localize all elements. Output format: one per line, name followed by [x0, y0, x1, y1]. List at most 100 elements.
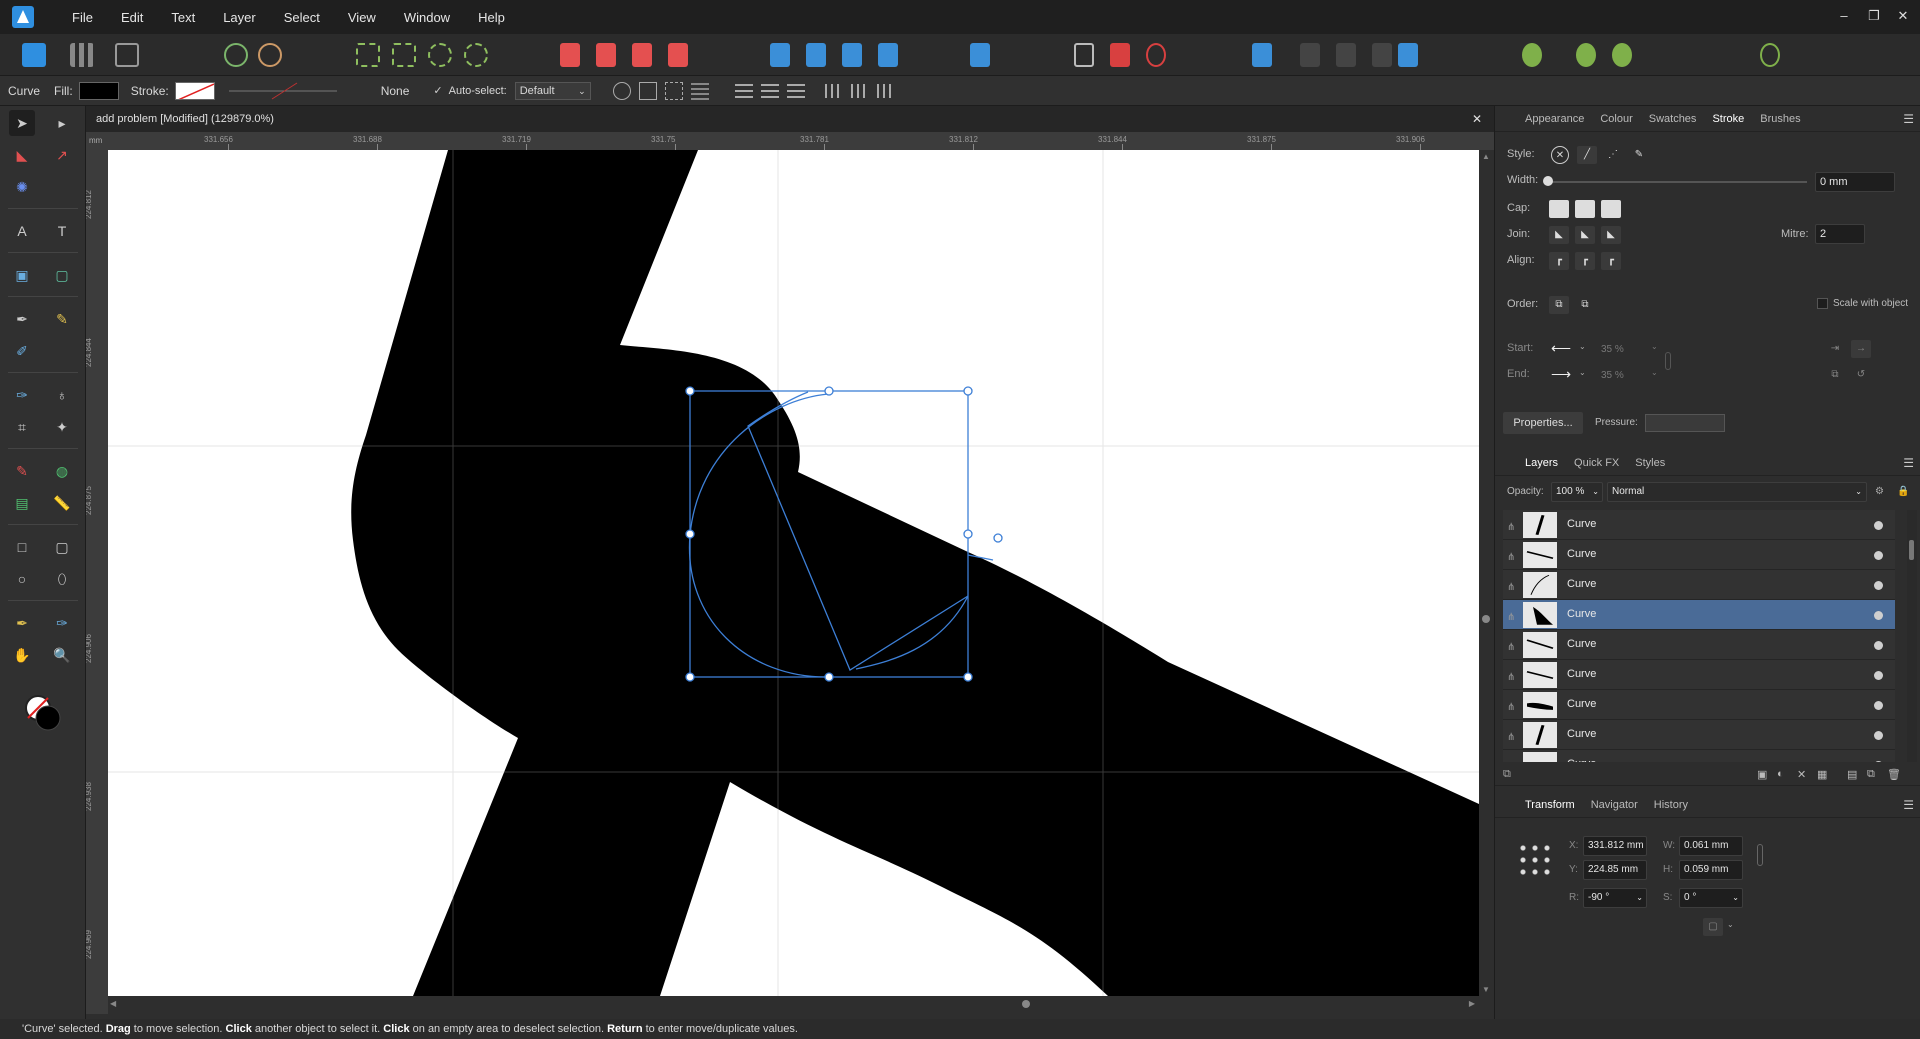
fill-tool-icon[interactable]: ✑: [9, 382, 35, 408]
end-scale-value[interactable]: 35 %: [1601, 370, 1624, 381]
zoom-tool-icon[interactable]: 🔍: [49, 642, 75, 668]
transform-mode-icon[interactable]: [664, 81, 683, 100]
tear-tool-icon[interactable]: ⬯: [49, 566, 75, 592]
select-all-icon[interactable]: [356, 43, 380, 67]
transform-origin-icon[interactable]: [612, 81, 631, 100]
align-bottom-icon[interactable]: [876, 83, 895, 98]
layer-row[interactable]: ⋔Curve: [1503, 570, 1895, 600]
mask-layer-icon[interactable]: ▣: [1757, 768, 1767, 781]
tab-swatches[interactable]: Swatches: [1641, 113, 1705, 125]
artistic-text-tool-icon[interactable]: A: [9, 218, 35, 244]
fill-swatch[interactable]: [78, 81, 119, 100]
tab-transform[interactable]: Transform: [1517, 799, 1583, 811]
visibility-icon[interactable]: [1874, 761, 1883, 762]
shape-builder-tool-icon[interactable]: ✦: [49, 414, 75, 440]
snapping-icon[interactable]: [224, 43, 248, 67]
tab-navigator[interactable]: Navigator: [1583, 799, 1646, 811]
layer-row[interactable]: ⋔Curve: [1503, 660, 1895, 690]
tab-history[interactable]: History: [1646, 799, 1696, 811]
panel-menu-icon[interactable]: ☰: [1903, 112, 1914, 126]
scale-with-object-checkbox[interactable]: [1817, 298, 1828, 309]
subtract-boolean-icon[interactable]: [596, 43, 616, 67]
layer-row[interactable]: ⋔Curve: [1503, 540, 1895, 570]
contour-tool-icon[interactable]: ✺: [9, 174, 35, 200]
menu-help[interactable]: Help: [464, 10, 519, 25]
compound-icon[interactable]: [1398, 43, 1418, 67]
round-cap-icon[interactable]: [1575, 200, 1595, 218]
rounded-rectangle-tool-icon[interactable]: ▢: [49, 534, 75, 560]
vertical-scroll-thumb[interactable]: [1482, 615, 1490, 623]
layer-row[interactable]: ⋔Curve: [1503, 750, 1895, 762]
visibility-icon[interactable]: [1874, 551, 1883, 560]
color-picker-tool-icon[interactable]: ✎: [9, 458, 35, 484]
properties-button[interactable]: Properties...: [1503, 412, 1583, 434]
align-top-icon[interactable]: [824, 83, 843, 98]
stroke-style-preview[interactable]: [227, 82, 377, 100]
dashed-line-style-icon[interactable]: ⋰: [1603, 146, 1623, 164]
tab-quick-fx[interactable]: Quick FX: [1566, 457, 1627, 469]
visibility-icon[interactable]: [1874, 731, 1883, 740]
preferences-icon[interactable]: [1576, 43, 1596, 67]
tab-appearance[interactable]: Appearance: [1517, 113, 1592, 125]
minimize-icon[interactable]: –: [1834, 6, 1854, 26]
vector-brush-tool-icon[interactable]: ✐: [9, 338, 35, 364]
h-field[interactable]: 0.059 mm: [1679, 860, 1743, 880]
menu-text[interactable]: Text: [157, 10, 209, 25]
w-field[interactable]: 0.061 mm: [1679, 836, 1743, 856]
swap-arrowheads-icon[interactable]: ⇥: [1825, 340, 1845, 358]
close-document-icon[interactable]: ✕: [1472, 106, 1482, 132]
layer-row[interactable]: ⋔Curve: [1503, 510, 1895, 540]
chevron-down-icon[interactable]: ⌄: [1579, 342, 1586, 351]
select-bounds-icon[interactable]: [392, 43, 416, 67]
gradient-tool-icon[interactable]: ✑: [49, 610, 75, 636]
measure-tool-icon[interactable]: 📏: [49, 490, 75, 516]
add-layer-icon[interactable]: ▤: [1847, 768, 1857, 781]
table-tool-icon[interactable]: ▤: [9, 490, 35, 516]
chevron-down-icon[interactable]: ⌄: [1651, 368, 1658, 377]
horizontal-ruler[interactable]: 331.656 331.688 331.719 331.75 331.781 331.81…: [108, 132, 1494, 150]
designer-persona-icon[interactable]: [22, 43, 46, 67]
crop-tool-icon[interactable]: ⌗: [9, 414, 35, 440]
corner-tool-icon[interactable]: ◣: [9, 142, 35, 168]
horizontal-scrollbar[interactable]: ◀ ▶: [108, 996, 1479, 1014]
panel-menu-icon[interactable]: ☰: [1903, 456, 1914, 470]
vertical-scrollbar[interactable]: ▲ ▼: [1479, 150, 1494, 996]
width-field[interactable]: 0 mm: [1815, 172, 1895, 192]
frame-text-tool-icon[interactable]: T: [49, 218, 75, 244]
arrowhead-position-icon[interactable]: →: [1851, 340, 1871, 358]
menu-window[interactable]: Window: [390, 10, 464, 25]
visibility-icon[interactable]: [1874, 671, 1883, 680]
chevron-down-icon[interactable]: ⌄: [1727, 920, 1734, 929]
x-field[interactable]: 331.812 mm: [1583, 836, 1647, 856]
link-dimensions-icon[interactable]: [1757, 844, 1763, 866]
transform-options-icon[interactable]: ▢: [1703, 918, 1723, 936]
bevel-join-icon[interactable]: ◣: [1601, 226, 1621, 244]
link-arrowheads-icon[interactable]: [1665, 352, 1671, 370]
butt-cap-icon[interactable]: [1549, 200, 1569, 218]
move-tool-icon[interactable]: ➤: [9, 110, 35, 136]
pen-tool-icon[interactable]: ✒: [9, 306, 35, 332]
autoselect-dropdown[interactable]: Default ⌄: [514, 81, 591, 100]
group-icon[interactable]: [1252, 43, 1272, 67]
arrowhead-reset-icon[interactable]: ↺: [1851, 366, 1871, 384]
add-boolean-icon[interactable]: [560, 43, 580, 67]
start-arrowhead-icon[interactable]: ⟵: [1551, 340, 1571, 357]
hide-icon[interactable]: [1110, 43, 1130, 67]
tab-brushes[interactable]: Brushes: [1752, 113, 1808, 125]
visibility-icon[interactable]: [1874, 641, 1883, 650]
visibility-icon[interactable]: [1874, 701, 1883, 710]
artwork[interactable]: [108, 150, 1479, 996]
tab-stroke[interactable]: Stroke: [1704, 113, 1752, 125]
account-icon[interactable]: [1760, 43, 1780, 67]
layer-row[interactable]: ⋔Curve: [1503, 630, 1895, 660]
mitre-field[interactable]: 2: [1815, 224, 1865, 244]
round-join-icon[interactable]: ◣: [1575, 226, 1595, 244]
blend-mode-dropdown[interactable]: Normal ⌄: [1607, 482, 1867, 502]
node-tool-icon[interactable]: ▸: [49, 110, 75, 136]
layer-lock-icon[interactable]: 🔒: [1897, 486, 1909, 497]
transparency-tool-icon[interactable]: ♁: [49, 382, 75, 408]
width-slider-handle[interactable]: [1543, 176, 1553, 186]
vertical-ruler[interactable]: 224.812 224.844 224.875 224.906 224.938 224.9…: [86, 150, 108, 1014]
layer-row[interactable]: ⋔Curve: [1503, 690, 1895, 720]
bounding-box-icon[interactable]: [638, 81, 657, 100]
